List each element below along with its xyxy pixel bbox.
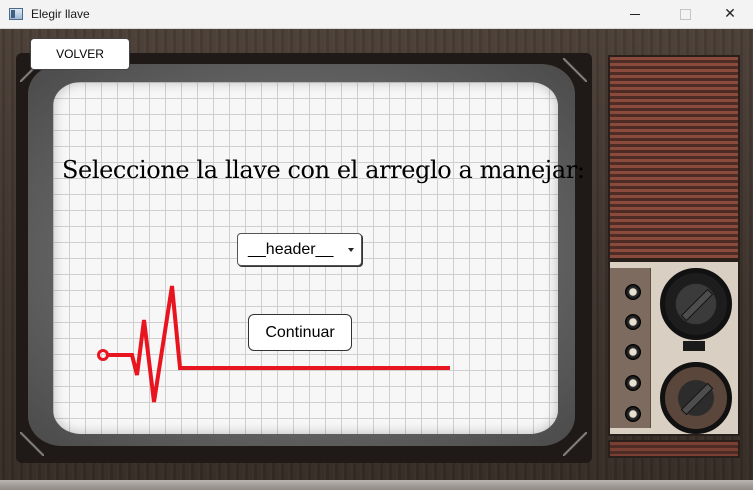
jack-knob — [625, 344, 641, 360]
jack-knob — [625, 284, 641, 300]
volume-dial — [660, 362, 732, 434]
heartbeat-line-icon — [97, 285, 450, 403]
app-icon — [9, 8, 23, 20]
close-button[interactable]: ✕ — [707, 0, 753, 28]
corner-glint — [563, 58, 587, 82]
page-title: Seleccione la llave con el arreglo a man… — [62, 156, 585, 184]
key-select-value: __header__ — [248, 240, 334, 258]
heartbeat-line — [108, 285, 450, 403]
speaker-grille — [608, 55, 740, 260]
jack-knob — [625, 375, 641, 391]
speaker-base — [608, 440, 740, 458]
power-indicator — [683, 341, 705, 351]
window-title: Elegir llave — [31, 7, 90, 21]
channel-dial — [660, 268, 732, 340]
maximize-icon — [679, 8, 691, 20]
jack-knob — [625, 406, 641, 422]
close-icon: ✕ — [724, 6, 736, 22]
maximize-button[interactable] — [662, 0, 708, 28]
key-select[interactable]: __header__ — [237, 233, 362, 266]
corner-glint — [20, 432, 44, 456]
back-button[interactable]: VOLVER — [30, 38, 130, 70]
heartbeat-start-dot — [97, 349, 109, 361]
chevron-down-icon[interactable] — [348, 247, 354, 252]
jack-knob — [625, 314, 641, 330]
minimize-button[interactable] — [612, 0, 658, 28]
window-bottom-edge — [0, 480, 753, 490]
minimize-icon — [630, 13, 640, 15]
corner-glint — [563, 432, 587, 456]
